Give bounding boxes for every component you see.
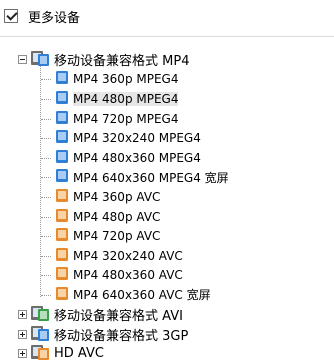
tree-item[interactable]: MP4 360p AVC: [18, 187, 334, 207]
tree-item[interactable]: MP4 480x360 MPEG4: [18, 148, 334, 168]
mpeg4-blue-icon: [55, 110, 69, 128]
mpeg4-blue-icon: [55, 129, 69, 147]
avc-orange-icon: [55, 188, 69, 206]
tree-item-label: MP4 480x360 MPEG4: [73, 150, 201, 165]
tree-item-label: MP4 320x240 MPEG4: [73, 131, 201, 146]
tree-item[interactable]: MP4 720p MPEG4: [18, 109, 334, 129]
avc-orange-icon: [55, 227, 69, 245]
tree-group-hd-avc[interactable]: HD AVC: [18, 344, 334, 364]
avc-orange-icon: [55, 208, 69, 226]
device-folder-icon: [30, 304, 50, 325]
tree-group-3gp[interactable]: 移动设备兼容格式 3GP: [18, 324, 334, 344]
tree-item[interactable]: MP4 320x240 MPEG4: [18, 128, 334, 148]
device-folder-icon: [30, 49, 50, 70]
mpeg4-blue-icon: [55, 70, 69, 88]
tree-group-label: 移动设备兼容格式 3GP: [54, 328, 189, 344]
tree-item-selected[interactable]: MP4 480p MPEG4: [18, 89, 334, 109]
header-divider: [0, 36, 334, 37]
tree-item-label: MP4 720p AVC: [73, 229, 161, 244]
tree-item-label: MP4 360p AVC: [73, 189, 161, 204]
tree-item[interactable]: MP4 640x360 AVC 宽屏: [18, 285, 334, 305]
tree-item[interactable]: MP4 320x240 AVC: [18, 246, 334, 266]
tree-item[interactable]: MP4 720p AVC: [18, 226, 334, 246]
mpeg4-blue-icon: [55, 168, 69, 186]
tree-item[interactable]: MP4 480p AVC: [18, 207, 334, 227]
collapse-toggle-icon[interactable]: [18, 55, 27, 65]
avc-orange-icon: [55, 247, 69, 265]
tree-item-label: MP4 720p MPEG4: [73, 111, 179, 126]
tree-item-label: MP4 640x360 AVC 宽屏: [73, 288, 211, 303]
tree-item-label: MP4 640x360 MPEG4 宽屏: [73, 170, 229, 185]
device-folder-icon: [30, 343, 50, 364]
more-devices-label: 更多设备: [28, 10, 81, 26]
tree-item[interactable]: MP4 480x360 AVC: [18, 266, 334, 286]
expand-toggle-icon[interactable]: [18, 349, 27, 359]
device-folder-icon: [30, 324, 50, 345]
tree-item-label: MP4 360p MPEG4: [73, 72, 179, 87]
expand-toggle-icon[interactable]: [18, 329, 27, 339]
tree-item[interactable]: MP4 640x360 MPEG4 宽屏: [18, 168, 334, 188]
avc-orange-icon: [55, 286, 69, 304]
tree-group-mp4[interactable]: 移动设备兼容格式 MP4: [18, 50, 334, 70]
tree-group-label: 移动设备兼容格式 AVI: [54, 309, 183, 325]
mpeg4-blue-icon: [55, 149, 69, 167]
more-devices-checkbox[interactable]: [4, 9, 18, 23]
tree-group-label: HD AVC: [54, 346, 104, 362]
tree-group-avi[interactable]: 移动设备兼容格式 AVI: [18, 305, 334, 325]
tree-group-label: 移动设备兼容格式 MP4: [54, 54, 190, 70]
avc-orange-icon: [55, 266, 69, 284]
more-devices-header: 更多设备: [4, 6, 80, 26]
tree-item-label: MP4 480p MPEG4: [73, 91, 179, 106]
tree-item-label: MP4 480p AVC: [73, 209, 161, 224]
expand-toggle-icon[interactable]: [18, 310, 27, 320]
device-tree: 移动设备兼容格式 MP4 MP4 360p MPEG4 MP4 480p MPE…: [18, 50, 334, 364]
tree-item-label: MP4 480x360 AVC: [73, 268, 183, 283]
mpeg4-blue-icon: [55, 90, 69, 108]
tree-item-label: MP4 320x240 AVC: [73, 248, 183, 263]
tree-item[interactable]: MP4 360p MPEG4: [18, 70, 334, 90]
